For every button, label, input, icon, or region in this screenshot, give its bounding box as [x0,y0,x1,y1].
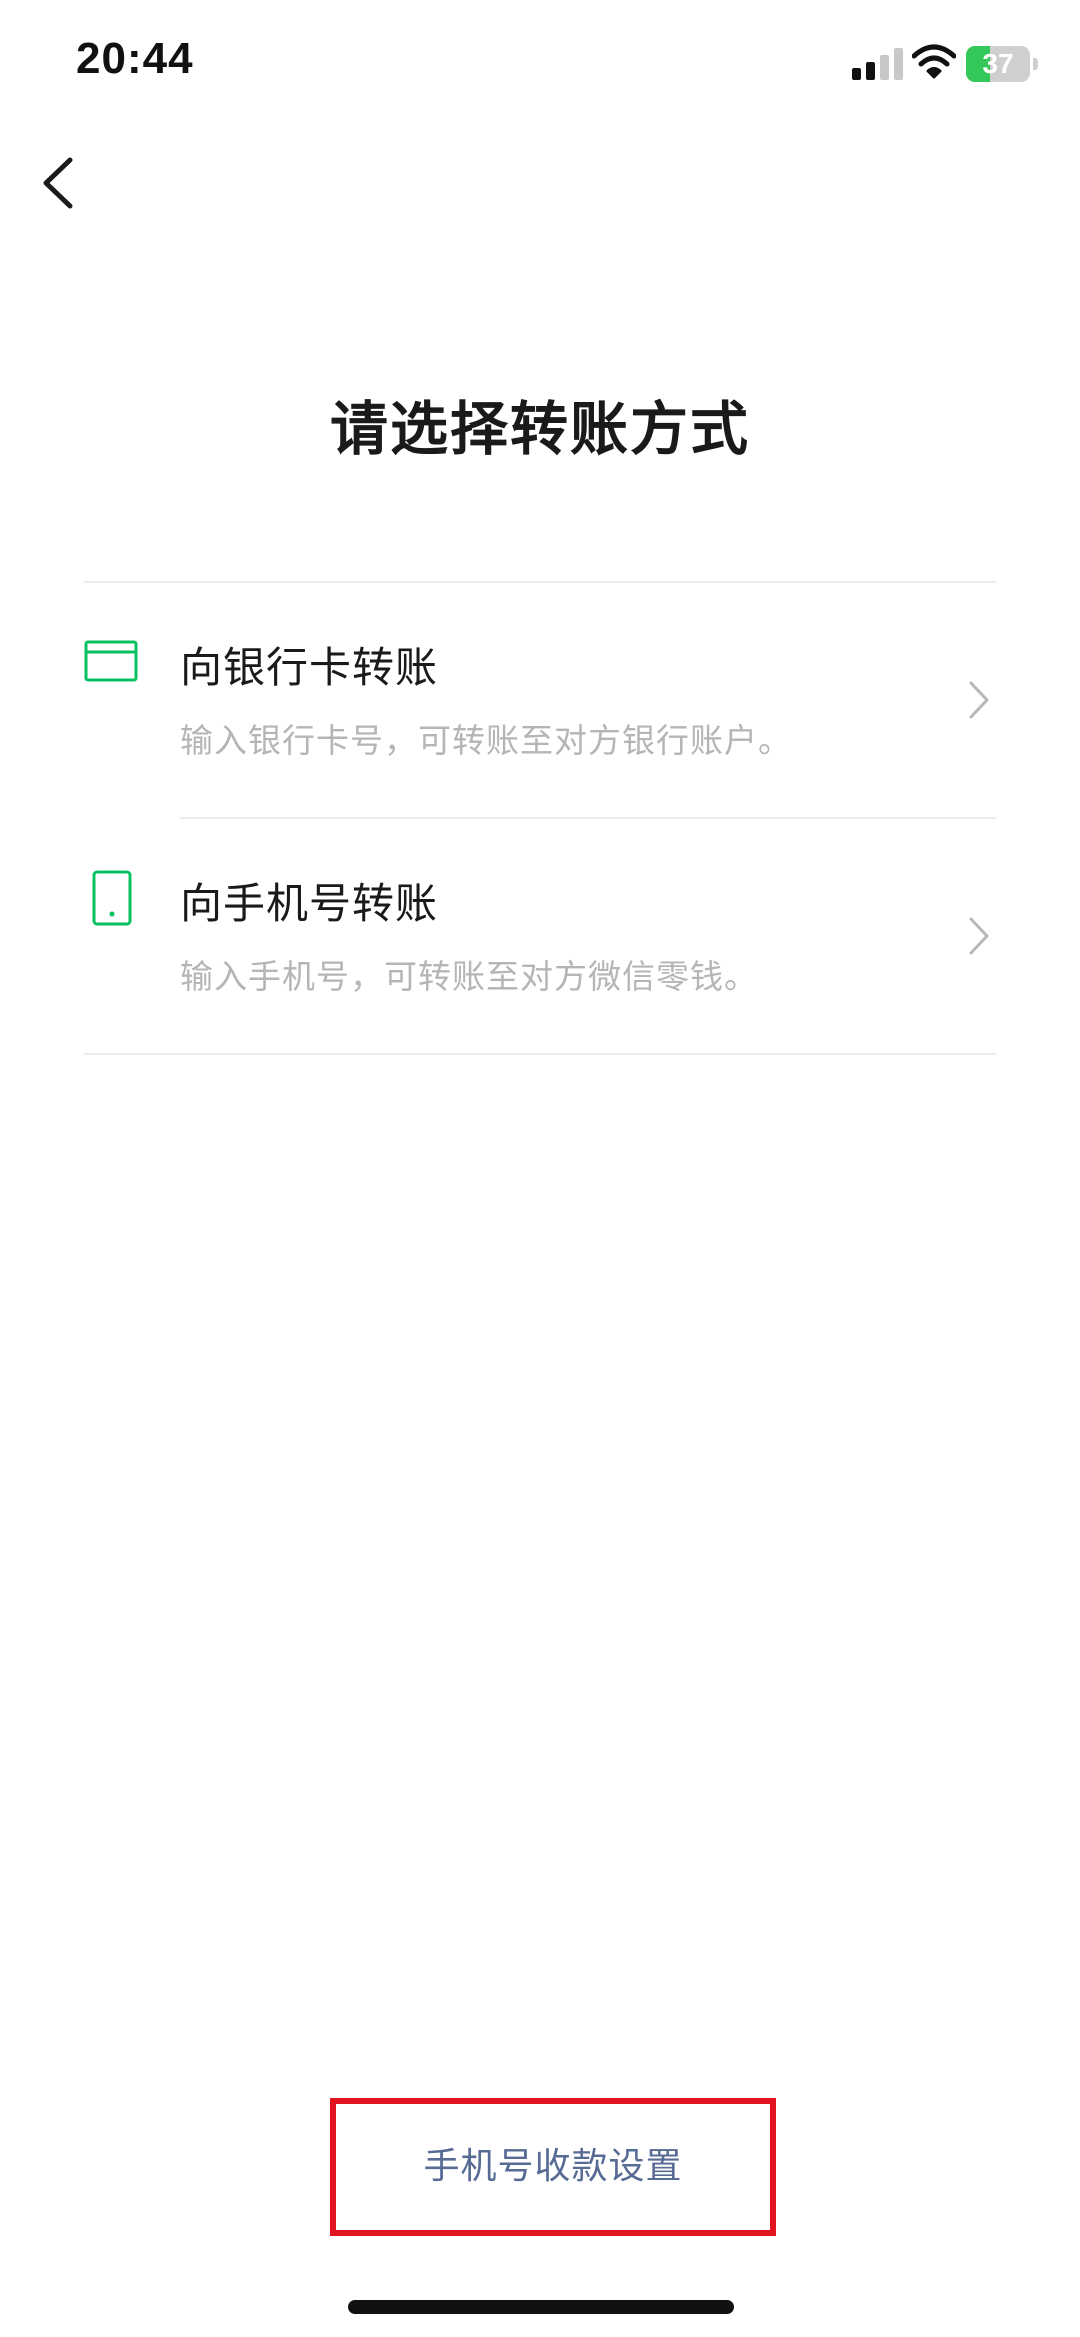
battery-level: 37 [982,48,1014,79]
bank-card-icon [84,640,138,682]
battery-body: 37 [966,46,1030,82]
signal-icon [852,48,903,80]
back-button[interactable] [30,150,90,216]
option-description: 输入银行卡号，可转账至对方银行账户。 [180,721,792,760]
wifi-icon [912,44,956,79]
list-bottom-divider [84,1053,996,1055]
battery-icon: 37 [966,46,1040,82]
option-title: 向银行卡转账 [180,643,439,692]
option-description: 输入手机号，可转账至对方微信零钱。 [180,957,758,996]
home-indicator[interactable] [348,2300,734,2314]
page-title: 请选择转账方式 [329,395,750,463]
option-bank-card-transfer[interactable]: 向银行卡转账 输入银行卡号，可转账至对方银行账户。 [84,582,996,818]
status-time: 20:44 [76,34,194,83]
mobile-phone-icon [92,870,132,926]
chevron-right-icon [969,681,989,719]
transfer-method-screen: 20:44 37 请选择转账方式 向银行卡转账 输入银行卡号，可转账至对方银行账… [0,0,1080,2337]
option-title: 向手机号转账 [180,879,439,928]
battery-cap [1033,58,1038,70]
option-mobile-transfer[interactable]: 向手机号转账 输入手机号，可转账至对方微信零钱。 [84,818,996,1054]
chevron-left-icon [43,157,73,209]
status-bar: 20:44 37 [0,0,1080,130]
mobile-receive-settings-link[interactable]: 手机号收款设置 [330,2098,776,2236]
chevron-right-icon [969,917,989,955]
